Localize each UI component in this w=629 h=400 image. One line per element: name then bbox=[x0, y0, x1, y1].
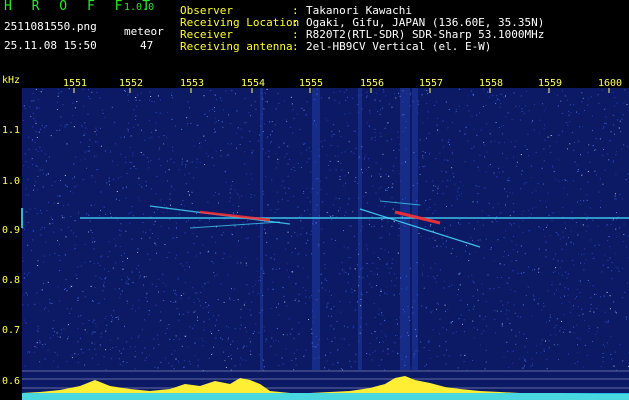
y-tick-label: 0.9 bbox=[2, 225, 20, 236]
spectrogram-panel: 1551 1552 1553 1554 1555 1556 1557 1558 … bbox=[0, 70, 629, 400]
x-tick-label: 1555 bbox=[299, 78, 323, 89]
antenna-value: 2el-HB9CV Vertical (el. E-W) bbox=[306, 40, 492, 53]
x-tick-label: 1552 bbox=[119, 78, 143, 89]
header-panel: H R O F F T 1.0.0 2511081550.png 25.11.0… bbox=[0, 0, 629, 68]
antenna-label: Receiving antenna bbox=[180, 40, 293, 53]
spectrogram-background bbox=[22, 88, 629, 400]
y-tick-label: 1.0 bbox=[2, 176, 20, 187]
x-tick-label: 1559 bbox=[538, 78, 562, 89]
x-tick-label: 1556 bbox=[360, 78, 384, 89]
date-time: 25.11.08 15:50 bbox=[4, 39, 97, 52]
file-name: 2511081550.png bbox=[4, 20, 97, 33]
y-tick-label: 0.8 bbox=[2, 275, 20, 286]
antenna-sep: : bbox=[292, 40, 299, 53]
x-tick-label: 1553 bbox=[180, 78, 204, 89]
y-tick-label: 1.1 bbox=[2, 125, 20, 136]
meteor-label: meteor bbox=[124, 25, 164, 38]
x-tick-label: 1554 bbox=[241, 78, 265, 89]
app-version: 1.0.0 bbox=[124, 2, 155, 13]
x-tick-label: 1557 bbox=[419, 78, 443, 89]
x-tick-label: 1600 bbox=[598, 78, 622, 89]
x-tick-label: 1558 bbox=[479, 78, 503, 89]
x-tick-label: 1551 bbox=[63, 78, 87, 89]
y-unit-label: kHz bbox=[2, 75, 20, 86]
meteor-count: 47 bbox=[140, 39, 154, 52]
y-tick-label: 0.7 bbox=[2, 325, 20, 336]
y-tick-label: 0.6 bbox=[2, 376, 20, 387]
